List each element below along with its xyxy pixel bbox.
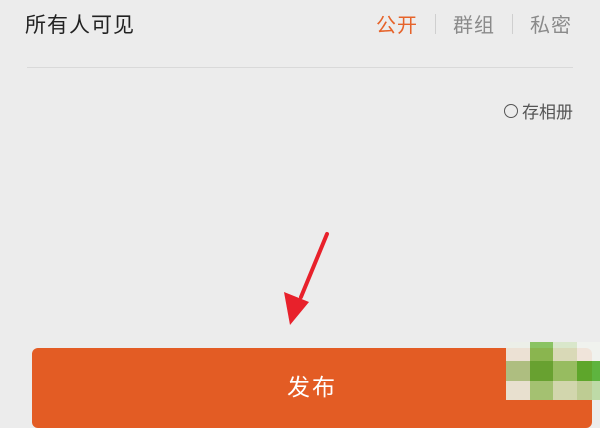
red-arrow-icon	[284, 232, 329, 325]
radio-icon[interactable]	[504, 103, 518, 118]
tab-separator	[512, 13, 513, 34]
visibility-row: 所有人可见 公开 群组 私密	[0, 0, 600, 50]
publish-button[interactable]: 发布	[32, 348, 592, 428]
divider	[27, 67, 573, 68]
tab-public[interactable]: 公开	[374, 9, 420, 38]
visibility-label: 所有人可见	[25, 13, 135, 37]
save-album-label: 存相册	[522, 103, 573, 123]
visibility-tabs: 公开 群组 私密	[374, 9, 574, 38]
save-album-option[interactable]: 存相册	[504, 98, 573, 123]
tab-group[interactable]: 群组	[451, 9, 497, 38]
tab-separator	[435, 13, 436, 34]
tab-private[interactable]: 私密	[528, 9, 574, 38]
